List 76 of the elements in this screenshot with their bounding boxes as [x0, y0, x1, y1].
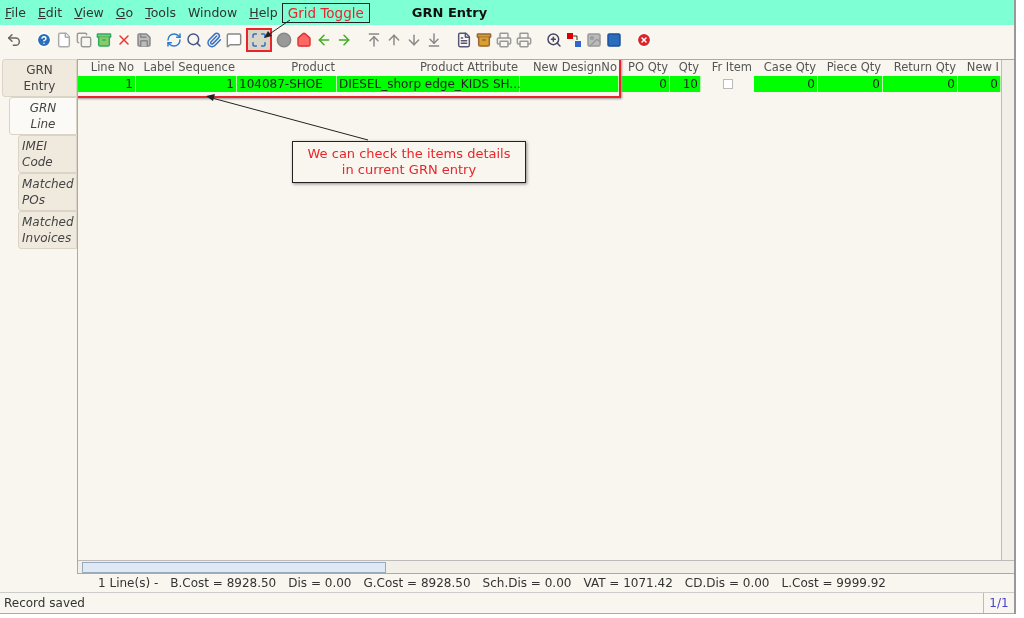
menu-item[interactable]: Help [249, 5, 278, 20]
column-header[interactable]: Product [237, 60, 337, 76]
search-icon[interactable] [186, 32, 202, 48]
menu-item[interactable]: Edit [37, 5, 63, 20]
side-tab[interactable]: Matched Invoices [18, 211, 77, 249]
status-message: Record saved [3, 595, 86, 612]
table-cell: 0 [754, 76, 818, 92]
undo-icon[interactable] [6, 32, 22, 48]
column-header[interactable]: Piece Qty [818, 60, 883, 76]
side-tab[interactable]: GRN Entry [2, 59, 77, 97]
table-cell: 104087-SHOE [237, 76, 337, 92]
arrow-left-icon[interactable] [316, 32, 332, 48]
archive-icon[interactable] [96, 32, 112, 48]
side-tab[interactable]: GRN Line [9, 97, 77, 135]
table-cell: 10 [670, 76, 701, 92]
last-record-icon[interactable] [426, 32, 442, 48]
table-cell: 0 [958, 76, 1001, 92]
refresh-icon[interactable] [166, 32, 182, 48]
summary-value: VAT = 1071.42 [583, 576, 673, 590]
copy-icon[interactable] [76, 32, 92, 48]
chat-icon[interactable] [226, 32, 242, 48]
vertical-scrollbar[interactable] [1001, 60, 1014, 560]
arrow [264, 19, 291, 38]
summary-value: 1 Line(s) - [98, 576, 159, 590]
summary-value: B.Cost = 8928.50 [170, 576, 277, 590]
column-header[interactable]: Return Qty [883, 60, 958, 76]
delete-icon[interactable] [116, 32, 132, 48]
report-icon[interactable] [456, 32, 472, 48]
table-cell: 0 [619, 76, 670, 92]
first-record-icon[interactable] [366, 32, 382, 48]
zoom-icon[interactable] [546, 32, 562, 48]
expand-icon[interactable] [251, 32, 267, 48]
window-title: GRN Entry [411, 5, 488, 20]
column-header[interactable]: Line No [78, 60, 136, 76]
column-header[interactable]: Qty [670, 60, 701, 76]
help-icon[interactable] [36, 32, 52, 48]
table-cell: 0 [818, 76, 883, 92]
annotation-label: Grid Toggle [281, 2, 370, 23]
table-cell: 1 [136, 76, 237, 92]
close-icon[interactable] [636, 32, 652, 48]
paperclip-icon[interactable] [206, 32, 222, 48]
column-header[interactable]: New DesignNo [520, 60, 619, 76]
menu-item[interactable]: Go [115, 5, 134, 20]
column-header[interactable]: Product Attribute [337, 60, 520, 76]
column-header[interactable]: Label Sequence [136, 60, 237, 76]
side-tab[interactable]: IMEI Code [18, 135, 77, 173]
transfer-icon[interactable] [566, 32, 582, 48]
new-document-icon[interactable] [56, 32, 72, 48]
printer-icon[interactable] [496, 32, 512, 48]
menu-item[interactable]: View [74, 5, 104, 20]
summary-value: G.Cost = 8928.50 [363, 576, 471, 590]
page-indicator: 1/1 [983, 593, 1014, 613]
summary-value: L.Cost = 9999.92 [781, 576, 886, 590]
grid-toggle-button[interactable] [246, 28, 272, 52]
circle-icon[interactable] [276, 32, 292, 48]
menu-item[interactable]: File [5, 5, 26, 20]
summary-value: Sch.Dis = 0.00 [482, 576, 572, 590]
table-cell: 1 [78, 76, 136, 92]
horizontal-scrollbar[interactable] [78, 560, 1014, 573]
column-header[interactable]: Case Qty [754, 60, 818, 76]
checkbox[interactable] [722, 79, 733, 89]
side-tab[interactable]: Matched POs [18, 173, 77, 211]
save-icon[interactable] [136, 32, 152, 48]
menu-item[interactable]: Window [187, 5, 238, 20]
table-cell: 0 [883, 76, 958, 92]
arrow-right-icon[interactable] [336, 32, 352, 48]
home-icon[interactable] [296, 32, 312, 48]
summary-value: CD.Dis = 0.00 [684, 576, 770, 590]
column-header[interactable]: New I [958, 60, 1001, 76]
drawer-icon[interactable] [476, 32, 492, 48]
menu-item[interactable]: Tools [145, 5, 176, 20]
column-header[interactable]: PO Qty [619, 60, 670, 76]
printer-icon[interactable] [516, 32, 532, 48]
callout-note: We can check the items details in current GRN entry [292, 141, 526, 183]
column-header[interactable]: Fr Item [701, 60, 754, 76]
summary-value: Dis = 0.00 [288, 576, 352, 590]
